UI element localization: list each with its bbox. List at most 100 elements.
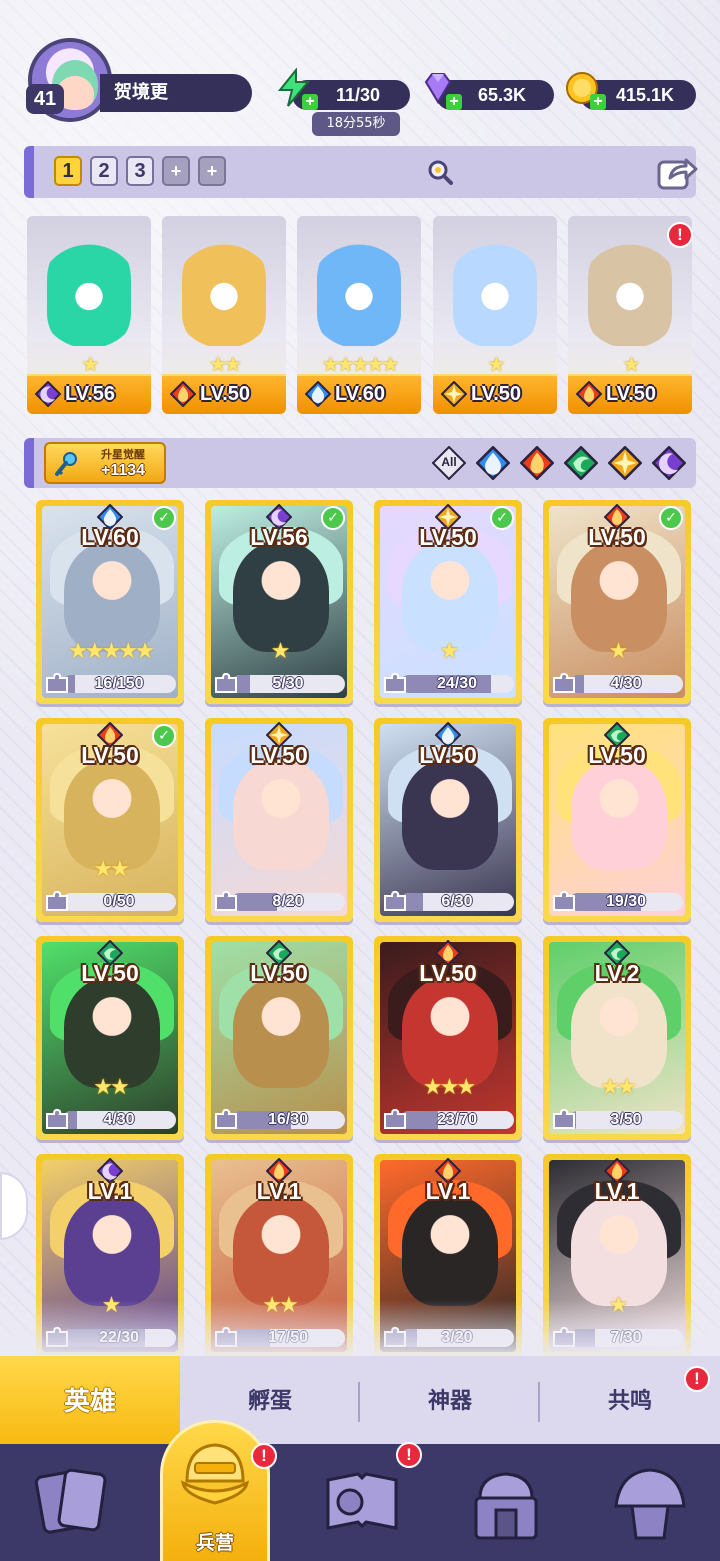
hero-fragment-progress: 24/30 <box>382 672 514 696</box>
team-hero-card[interactable]: ★★ LV.50 <box>162 216 286 414</box>
star-awaken-label: 升星觉醒 <box>101 448 145 461</box>
resonance-alert-icon: ! <box>684 1366 710 1392</box>
star-awaken-button[interactable]: 升星觉醒 +1134 <box>44 442 166 484</box>
fragment-count: 4/30 <box>610 675 642 692</box>
hero-card[interactable]: LV.50 8/20 <box>205 718 353 922</box>
hero-stars: ★★★★★ <box>68 639 155 664</box>
hero-fragment-progress: 19/30 <box>551 890 683 914</box>
coin-add-icon[interactable]: + <box>590 94 606 110</box>
hero-fragment-progress: 23/70 <box>382 1108 514 1132</box>
element-fire-icon <box>519 445 555 484</box>
hero-level: LV.1 <box>425 1178 471 1204</box>
hero-card[interactable]: ✓ LV.50 ★ 24/30 <box>374 500 522 704</box>
energy-timer: 18分55秒 <box>312 112 400 136</box>
shop-building-icon <box>474 1472 538 1540</box>
team-card-alert-icon: ! <box>667 222 693 248</box>
fragment-count: 0/50 <box>103 893 135 910</box>
hero-card[interactable]: ✓ LV.50 ★★ 0/50 <box>36 718 184 922</box>
fragment-count: 8/20 <box>272 893 304 910</box>
team-hero-stars: ★ <box>622 352 641 376</box>
hero-body <box>402 760 498 870</box>
gem-counter[interactable]: + 65.3K <box>424 73 554 110</box>
team-slot-2[interactable]: 2 <box>90 156 118 186</box>
hero-body <box>233 542 329 652</box>
coin-counter[interactable]: + 415.1K <box>566 72 696 110</box>
nav-shop[interactable] <box>432 1444 576 1561</box>
fragment-count: 16/30 <box>267 1111 309 1128</box>
hero-card[interactable]: LV.50 16/30 <box>205 936 353 1140</box>
team-hero-card[interactable]: ★★★★★ LV.60 <box>297 216 421 414</box>
map-book-icon <box>326 1472 398 1530</box>
hero-body <box>571 1196 667 1306</box>
team-hero-level: LV.50 <box>606 383 657 405</box>
team-hero-card[interactable]: ★ LV.50 <box>433 216 557 414</box>
filter-wind-button[interactable] <box>563 445 599 481</box>
tab-heroes[interactable]: 英雄 <box>0 1356 180 1448</box>
mushroom-icon <box>614 1468 686 1540</box>
barracks-helmet-icon <box>181 1443 249 1505</box>
nav-mushroom[interactable] <box>576 1444 720 1561</box>
element-wind-icon <box>563 445 599 484</box>
hero-stars: ★ <box>439 639 460 664</box>
hero-card[interactable]: ✓ LV.50 ★ 4/30 <box>543 500 691 704</box>
share-icon[interactable] <box>656 152 698 192</box>
hero-level: LV.56 <box>250 524 308 550</box>
filter-all-button[interactable]: All <box>431 445 467 481</box>
hero-body <box>233 1196 329 1306</box>
energy-add-icon[interactable]: + <box>302 94 318 110</box>
hero-body <box>402 978 498 1088</box>
nav-barracks[interactable]: 兵营 ! <box>160 1420 277 1561</box>
hero-stars: ★★ <box>93 1075 129 1100</box>
element-dark-icon <box>651 445 687 484</box>
tab-artifacts[interactable]: 神器 <box>360 1356 540 1448</box>
gem-add-icon[interactable]: + <box>446 94 462 110</box>
filter-fire-button[interactable] <box>519 445 555 481</box>
element-light-icon <box>440 380 468 408</box>
scroll-fade <box>0 1300 720 1360</box>
team-hero-stars: ★★ <box>209 352 242 376</box>
filter-water-button[interactable] <box>475 445 511 481</box>
hero-card[interactable]: LV.50 ★★★ 23/70 <box>374 936 522 1140</box>
element-dark-icon <box>34 380 62 408</box>
hero-level: LV.50 <box>419 960 477 986</box>
filter-light-button[interactable] <box>607 445 643 481</box>
hero-level: LV.50 <box>250 742 308 768</box>
hero-level: LV.1 <box>256 1178 302 1204</box>
barracks-alert-icon: ! <box>251 1443 277 1469</box>
hero-card[interactable]: LV.50 ★★ 4/30 <box>36 936 184 1140</box>
team-hero-card[interactable]: ★ LV.56 <box>27 216 151 414</box>
nav-barracks-label: 兵营 <box>195 1532 234 1554</box>
hero-card[interactable]: ✓ LV.60 ★★★★★ 16/150 <box>36 500 184 704</box>
energy-counter[interactable]: + 11/30 <box>277 68 410 110</box>
team-hero-art <box>317 236 401 346</box>
team-hero-art <box>182 236 266 346</box>
nav-map[interactable]: ! <box>288 1442 432 1561</box>
hero-body <box>64 1196 160 1306</box>
hero-stars: ★★ <box>600 1075 636 1100</box>
filter-bar: 升星觉醒 +1134 All <box>24 438 696 488</box>
hero-level: LV.60 <box>81 524 139 550</box>
hero-card[interactable]: LV.50 6/30 <box>374 718 522 922</box>
team-hero-level: LV.60 <box>335 383 386 405</box>
fragment-count: 19/30 <box>605 893 647 910</box>
filter-all-label: All <box>441 455 457 469</box>
fragment-count: 16/150 <box>94 675 144 692</box>
filter-dark-button[interactable] <box>651 445 687 481</box>
search-icon[interactable] <box>426 158 454 186</box>
team-slot-1[interactable]: 1 <box>54 156 82 186</box>
team-hero-level: LV.50 <box>200 383 251 405</box>
team-slot-add-2[interactable]: + <box>198 156 226 186</box>
player-name[interactable]: 贺境更 <box>100 74 252 112</box>
team-slot-add-1[interactable]: + <box>162 156 190 186</box>
hero-card[interactable]: ✓ LV.56 ★ 5/30 <box>205 500 353 704</box>
hero-body <box>571 542 667 652</box>
team-slot-3[interactable]: 3 <box>126 156 154 186</box>
hero-card[interactable]: LV.50 19/30 <box>543 718 691 922</box>
hero-body <box>64 978 160 1088</box>
cards-icon <box>34 1468 107 1534</box>
nav-cards[interactable] <box>0 1444 144 1561</box>
bottom-nav: ! <box>0 1442 720 1561</box>
hero-card[interactable]: LV.2 ★★ 3/50 <box>543 936 691 1140</box>
team-hero-art <box>453 236 537 346</box>
hero-level: LV.50 <box>588 524 646 550</box>
